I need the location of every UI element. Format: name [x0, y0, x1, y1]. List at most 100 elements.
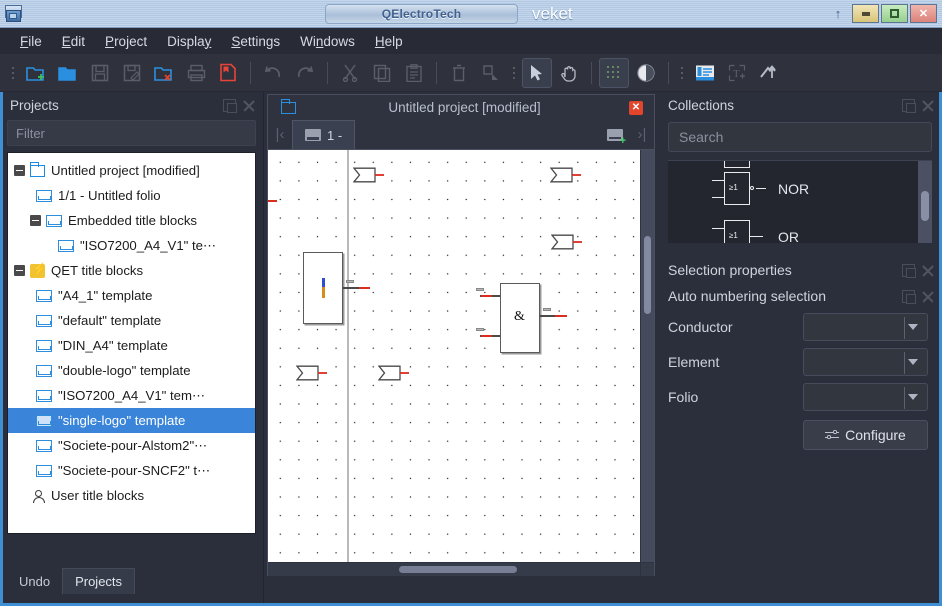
tree-item-qet-title-blocks[interactable]: QET title blocks: [8, 258, 255, 283]
canvas-vertical-scrollbar[interactable]: [641, 150, 654, 562]
export-pdf-icon[interactable]: [213, 58, 243, 88]
terminal-label: [346, 280, 354, 283]
close-button[interactable]: ✕: [910, 4, 937, 23]
input-report-element[interactable]: [353, 167, 384, 183]
tree-item-societe-sncf2-template[interactable]: "Societe-pour-SNCF2" t⋯: [8, 458, 255, 483]
window-tab-qelectrotech[interactable]: QElectroTech: [325, 3, 518, 24]
collections-list[interactable]: ≥1 NOR ≥1 OR: [668, 160, 932, 243]
input-report-element[interactable]: [550, 167, 581, 183]
user-icon: [30, 489, 45, 503]
selection-properties-panel: Selection properties Auto numbering sele…: [658, 257, 942, 450]
close-icon[interactable]: ✕: [629, 100, 643, 115]
projects-dock-title: Projects: [10, 97, 59, 113]
collapse-icon[interactable]: [30, 215, 41, 226]
tree-item-societe-alstom2-template[interactable]: "Societe-pour-Alstom2"⋯: [8, 433, 255, 458]
folio-icon: [36, 189, 52, 202]
collections-scrollbar[interactable]: [918, 161, 932, 243]
element-select[interactable]: [803, 347, 928, 376]
tree-item-iso7200-embedded[interactable]: "ISO7200_A4_V1" te⋯: [8, 233, 255, 258]
input-report-element[interactable]: [296, 365, 327, 381]
input-report-element[interactable]: [551, 234, 582, 250]
tree-item-single-logo-template[interactable]: "single-logo" template: [8, 408, 255, 433]
main-toolbar: T: [0, 54, 942, 92]
next-folio-icon[interactable]: ›|: [630, 120, 654, 149]
menu-help[interactable]: Help: [365, 31, 413, 52]
or-gate-icon: ≥1: [668, 213, 778, 243]
tree-item-untitled-project[interactable]: Untitled project [modified]: [8, 158, 255, 183]
menu-project[interactable]: Project: [95, 31, 157, 52]
toolbar-drag-handle[interactable]: [9, 62, 17, 84]
tree-item-user-title-blocks[interactable]: User title blocks: [8, 483, 255, 508]
pan-tool-icon[interactable]: [554, 58, 584, 88]
tree-item-default-template[interactable]: "default" template: [8, 308, 255, 333]
and-gate-label: &: [514, 309, 525, 324]
menu-windows[interactable]: Windows: [290, 31, 365, 52]
float-icon[interactable]: [902, 98, 916, 113]
selection-properties-title: Selection properties: [668, 262, 792, 278]
project-window: Untitled project [modified] ✕ |‹ 1 - ›|: [267, 94, 655, 576]
terminal-label: [476, 288, 484, 291]
search-input[interactable]: Search: [668, 122, 932, 152]
close-icon[interactable]: [921, 264, 934, 277]
tree-item-iso7200-template[interactable]: "ISO7200_A4_V1" tem⋯: [8, 383, 255, 408]
schematic-canvas[interactable]: &: [268, 150, 640, 562]
tree-item-din-a4-template[interactable]: "DIN_A4" template: [8, 333, 255, 358]
project-tree[interactable]: Untitled project [modified] 1/1 - Untitl…: [7, 152, 256, 534]
copy-icon: [367, 58, 397, 88]
add-folio-button[interactable]: [600, 120, 630, 149]
canvas-horizontal-scrollbar[interactable]: [268, 563, 640, 576]
element-editor-icon[interactable]: [690, 58, 720, 88]
float-icon[interactable]: [223, 98, 237, 113]
menu-settings[interactable]: Settings: [221, 31, 290, 52]
maximize-button[interactable]: [881, 4, 908, 23]
menu-display[interactable]: Display: [157, 31, 221, 52]
list-item-or[interactable]: ≥1 OR: [668, 213, 926, 243]
list-item-nor[interactable]: ≥1 NOR: [668, 165, 926, 213]
collapse-icon[interactable]: [14, 165, 25, 176]
scrollbar-thumb[interactable]: [644, 236, 651, 314]
toolbar-drag-handle[interactable]: [510, 62, 518, 84]
tab-undo[interactable]: Undo: [7, 569, 62, 594]
tree-item-double-logo-template[interactable]: "double-logo" template: [8, 358, 255, 383]
close-icon[interactable]: [921, 99, 934, 112]
prev-folio-icon[interactable]: |‹: [268, 120, 292, 149]
scrollbar-thumb[interactable]: [399, 566, 517, 573]
float-icon[interactable]: [902, 289, 916, 304]
conductor-select[interactable]: [803, 312, 928, 341]
cut-icon: [335, 58, 365, 88]
folio-row: Folio: [658, 379, 942, 414]
close-project-icon[interactable]: [149, 58, 179, 88]
tree-item-a4-1-template[interactable]: "A4_1" template: [8, 283, 255, 308]
menu-file[interactable]: File: [10, 31, 52, 52]
shade-up-icon[interactable]: ↑: [832, 6, 844, 21]
tree-item-embedded-title-blocks[interactable]: Embedded title blocks: [8, 208, 255, 233]
collapse-icon[interactable]: [14, 265, 25, 276]
filter-input[interactable]: Filter: [7, 120, 256, 146]
menu-edit[interactable]: Edit: [52, 31, 95, 52]
and-gate-element[interactable]: &: [476, 283, 567, 353]
select-tool-icon[interactable]: [522, 57, 552, 88]
folio-select[interactable]: [803, 382, 928, 411]
float-icon[interactable]: [902, 263, 916, 278]
configure-button[interactable]: Configure: [803, 420, 928, 450]
close-icon[interactable]: [242, 99, 255, 112]
add-image-icon[interactable]: [754, 58, 784, 88]
toolbar-separator: [327, 61, 328, 84]
tree-item-untitled-folio[interactable]: 1/1 - Untitled folio: [8, 183, 255, 208]
new-project-icon[interactable]: [21, 58, 51, 88]
close-icon[interactable]: [921, 290, 934, 303]
minimize-button[interactable]: [852, 4, 879, 23]
contrast-icon[interactable]: [631, 58, 661, 88]
dock-tabbar: Undo Projects: [7, 564, 136, 594]
folio-tab-1[interactable]: 1 -: [292, 120, 356, 149]
terminal: [555, 315, 567, 317]
input-report-element[interactable]: [378, 365, 409, 381]
scrollbar-corner: [641, 563, 654, 576]
window-titlebar: QElectroTech veket ↑ ✕: [0, 0, 942, 28]
tab-projects[interactable]: Projects: [62, 568, 136, 594]
scrollbar-thumb[interactable]: [921, 191, 929, 221]
grid-toggle-icon[interactable]: [599, 57, 629, 88]
open-project-icon[interactable]: [53, 58, 83, 88]
coil-element[interactable]: [303, 252, 370, 324]
toolbar-drag-handle[interactable]: [678, 62, 686, 84]
